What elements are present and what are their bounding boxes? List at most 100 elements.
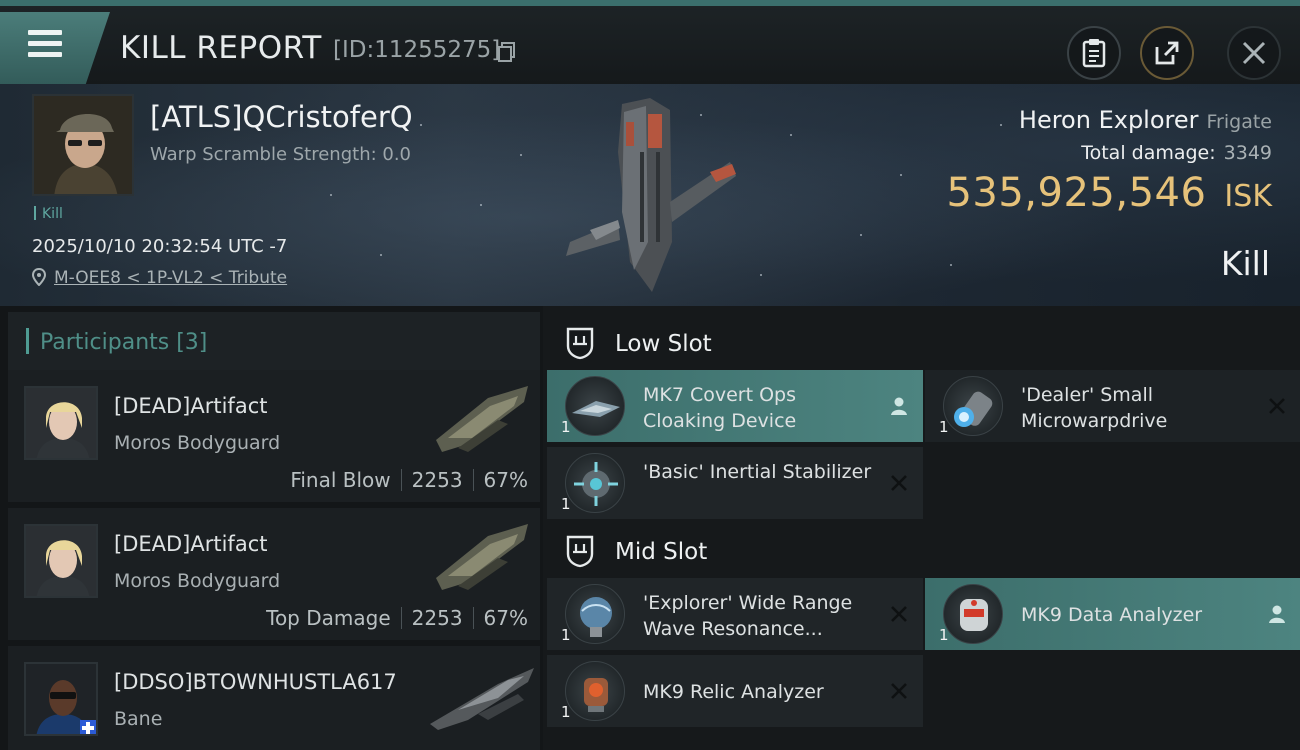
slot-shield-icon (566, 327, 594, 360)
participant-name: [DDSO]BTOWNHUSTLA617 (114, 670, 397, 694)
low-slot-title: Low Slot (615, 331, 712, 357)
copy-icon[interactable] (498, 42, 516, 62)
page-title: KILL REPORT (120, 30, 322, 66)
participants-header[interactable]: Participants [3] (8, 312, 540, 370)
module-item[interactable]: 1 'Basic' Inertial Stabilizer (547, 447, 923, 519)
inertial-stabilizer-icon (565, 453, 625, 513)
victim-banner: [ATLS]QCristoferQ Warp Scramble Strength… (0, 84, 1300, 306)
ship-name: Heron Explorer (1018, 106, 1199, 134)
ship-class: Frigate (1206, 111, 1272, 133)
menu-icon (28, 30, 62, 63)
microwarpdrive-icon (943, 376, 1003, 436)
slot-shield-icon (566, 535, 594, 568)
participant-ship: Bane (114, 708, 163, 730)
module-name: 'Basic' Inertial Stabilizer (643, 461, 872, 483)
module-name: MK7 Covert Ops Cloaking Device (643, 384, 797, 432)
participants-panel: Participants [3] [DEAD]Artifact Moros Bo… (0, 306, 543, 750)
menu-button[interactable] (0, 12, 110, 84)
participant-ship-icon (436, 386, 528, 452)
close-icon (1242, 41, 1266, 65)
participant-damage: 2253 (411, 468, 463, 492)
participant-name: [DEAD]Artifact (114, 394, 268, 418)
destroyed-x-icon (891, 683, 907, 699)
module-item[interactable]: 1 MK7 Covert Ops Cloaking Device (547, 370, 923, 442)
report-icon (1082, 39, 1106, 68)
stat-divider (400, 607, 402, 629)
victim-ship[interactable]: Heron Explorer Frigate (1019, 106, 1272, 134)
scanner-module-icon (565, 584, 625, 644)
participant-stats: Top Damage 2253 67% (266, 606, 528, 630)
participant-stats: Final Blow 2253 67% (290, 468, 528, 492)
module-qty: 1 (561, 495, 571, 513)
destroyed-x-icon (891, 606, 907, 622)
module-item[interactable]: 1 'Explorer' Wide Range Wave Resonance..… (547, 578, 923, 650)
report-id: [ID:11255275] (333, 37, 501, 63)
module-item[interactable]: 1 MK9 Relic Analyzer (547, 655, 923, 727)
module-item[interactable]: 1 'Dealer' Small Microwarpdrive (925, 370, 1300, 442)
share-button[interactable] (1140, 26, 1194, 80)
participant-card[interactable]: [DDSO]BTOWNHUSTLA617 Bane (8, 646, 540, 750)
destroyed-x-icon (1269, 398, 1285, 414)
result-label: Kill (1220, 244, 1270, 283)
victim-name[interactable]: [ATLS]QCristoferQ (150, 100, 413, 134)
kill-location[interactable]: M-OEE8 < 1P-VL2 < Tribute (32, 268, 287, 288)
kill-datetime: 2025/10/10 20:32:54 UTC -7 (32, 236, 288, 257)
isk-unit: ISK (1224, 179, 1272, 214)
relic-analyzer-icon (565, 661, 625, 721)
module-qty: 1 (561, 703, 571, 721)
total-damage-value: 3349 (1223, 142, 1272, 164)
participant-ship: Moros Bodyguard (114, 432, 281, 454)
module-qty: 1 (939, 626, 949, 644)
cloak-module-icon (565, 376, 625, 436)
module-name: MK9 Data Analyzer (1021, 604, 1203, 626)
participant-name: [DEAD]Artifact (114, 532, 268, 556)
pilot-icon (1269, 605, 1285, 623)
module-name: 'Dealer' Small Microwarpdrive (1021, 384, 1168, 432)
stat-divider (472, 607, 474, 629)
total-damage-label: Total damage: (1081, 142, 1216, 164)
mid-slot-header: Mid Slot (543, 520, 1300, 582)
victim-ship-render (566, 98, 736, 292)
location-link[interactable]: M-OEE8 < 1P-VL2 < Tribute (54, 268, 287, 288)
participant-avatar[interactable] (24, 524, 98, 598)
module-qty: 1 (939, 418, 949, 436)
report-button[interactable] (1067, 26, 1121, 80)
participants-title: Participants [3] (40, 330, 208, 355)
stat-divider (472, 469, 474, 491)
mid-slot-title: Mid Slot (615, 539, 708, 565)
participant-ship-icon (430, 668, 534, 730)
participant-avatar[interactable] (24, 662, 98, 736)
participant-ship: Moros Bodyguard (114, 570, 281, 592)
participant-percent: 67% (483, 468, 528, 492)
participant-avatar[interactable] (24, 386, 98, 460)
participant-card[interactable]: [DEAD]Artifact Moros Bodyguard Final Blo… (8, 370, 540, 502)
isk-amount: 535,925,546 (946, 170, 1207, 216)
stat-divider (400, 469, 402, 491)
header-accent-bar (26, 328, 29, 354)
data-analyzer-icon (943, 584, 1003, 644)
close-button[interactable] (1227, 26, 1281, 80)
fitting-panel: Low Slot 1 MK7 Covert Ops Cloaking Devic… (543, 306, 1300, 750)
share-icon (1155, 41, 1179, 65)
participant-percent: 67% (483, 606, 528, 630)
participant-ship-icon (436, 524, 528, 590)
participant-role: Final Blow (290, 468, 391, 492)
top-bar: KILL REPORT [ID:11255275] (0, 0, 1300, 84)
kill-tag: Kill (34, 206, 63, 222)
victim-avatar[interactable] (32, 94, 134, 196)
pilot-icon (891, 397, 907, 415)
participant-card[interactable]: [DEAD]Artifact Moros Bodyguard Top Damag… (8, 508, 540, 640)
destroyed-x-icon (891, 475, 907, 491)
module-item[interactable]: 1 MK9 Data Analyzer (925, 578, 1300, 650)
isk-value: 535,925,546 ISK (946, 170, 1272, 216)
warp-scramble: Warp Scramble Strength: 0.0 (150, 144, 412, 165)
module-qty: 1 (561, 418, 571, 436)
low-slot-header: Low Slot (543, 312, 1300, 374)
participant-damage: 2253 (411, 606, 463, 630)
location-pin-icon (32, 268, 46, 286)
module-name: 'Explorer' Wide Range Wave Resonance... (643, 592, 853, 640)
module-qty: 1 (561, 626, 571, 644)
total-damage: Total damage: 3349 (1081, 142, 1272, 164)
participant-role: Top Damage (266, 606, 391, 630)
module-name: MK9 Relic Analyzer (643, 681, 824, 703)
